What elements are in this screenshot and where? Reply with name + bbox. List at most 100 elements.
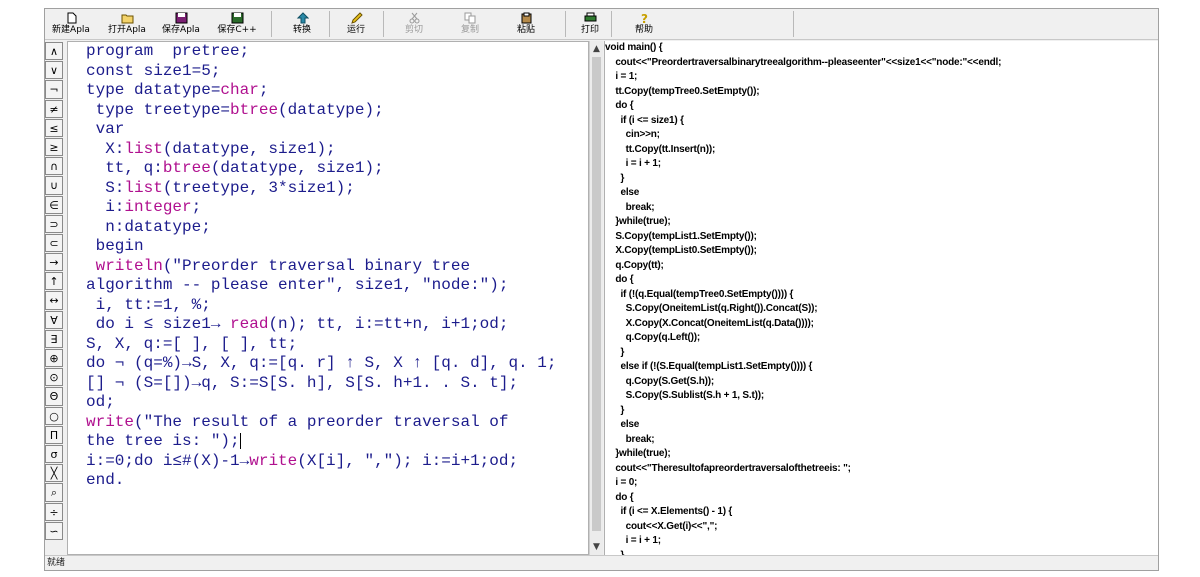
code-text: (datatype); <box>278 100 384 119</box>
cpp-line: } <box>605 404 625 416</box>
cpp-line: if (i <= size1) { <box>605 114 684 126</box>
convert-button[interactable]: 转换 <box>285 9 319 39</box>
symbol-button[interactable]: ↔ <box>45 291 63 310</box>
pencil-run-icon <box>350 12 363 24</box>
code-text: (datatype, size1); <box>210 159 384 177</box>
code-text: program pretree; <box>86 42 250 60</box>
apla-window: 新建Apla 打开Apla 保存Apla 保存C++ 转换 运行 剪切 复制 粘… <box>44 8 1159 571</box>
code-text: (treetype, 3*size1); <box>162 178 355 197</box>
code-text: (n); tt, i:=tt+n, i+1;od; <box>268 315 509 333</box>
cpp-line: cout<<X.Get(i)<<","; <box>605 520 718 532</box>
code-line: begin <box>86 237 556 257</box>
cpp-line: i = i + 1; <box>605 158 661 169</box>
code-line: const size1=5; <box>86 62 556 82</box>
symbol-button[interactable]: ⌕ <box>45 483 63 502</box>
symbol-button[interactable]: ⊂ <box>45 233 63 253</box>
symbol-button[interactable]: ≠ <box>45 99 63 118</box>
code-text: the tree is: "); <box>86 432 240 450</box>
printer-icon <box>584 12 596 22</box>
toolbar-separator <box>565 11 566 37</box>
symbol-button[interactable]: Θ <box>45 387 63 406</box>
symbol-palette: ∧ ∨ ¬ ≠ ≤ ≥ ∩ ∪ ∈ ⊃ ⊂ → ↑ ↔ ∀ ∃ ⊕ ⊙ Θ ○ Πσ ╳ ⌕ ÷ ∽ <box>45 42 65 540</box>
code-text: n:datatype; <box>86 217 211 236</box>
copy-icon <box>464 12 475 24</box>
symbol-button[interactable]: ∨ <box>45 61 63 80</box>
code-line: do ¬ (q=%)→S, X, q:=[q. r] ↑ S, X ↑ [q. … <box>86 354 556 374</box>
code-line: do i ≤ size1→ read(n); tt, i:=tt+n, i+1;… <box>86 315 556 335</box>
toolbar-separator <box>271 11 272 37</box>
code-text: ("Preorder traversal binary tree <box>162 256 471 275</box>
symbol-button[interactable]: ∃ <box>45 329 63 348</box>
code-keyword: list <box>124 178 163 197</box>
code-line: tt, q:btree(datatype, size1); <box>86 159 556 179</box>
help-question-icon: ? <box>641 12 648 24</box>
code-text: od; <box>86 393 115 411</box>
code-line: write("The result of a preorder traversa… <box>86 413 556 433</box>
symbol-button[interactable]: ╳ <box>45 464 63 483</box>
cpp-line: if (!(q.Equal(tempTree0.SetEmpty()))) { <box>605 288 794 300</box>
scroll-down-icon[interactable]: ▼ <box>591 541 602 553</box>
help-button[interactable]: ? 帮助 <box>627 9 661 39</box>
scissors-icon <box>409 12 419 24</box>
apla-source-code[interactable]: program pretree; const size1=5; type datat… <box>86 42 556 491</box>
new-apla-button[interactable]: 新建Apla <box>49 9 93 39</box>
symbol-button[interactable]: ∧ <box>45 42 63 61</box>
print-button[interactable]: 打印 <box>573 9 607 39</box>
symbol-button[interactable]: ⊙ <box>45 368 63 387</box>
paste-button[interactable]: 粘贴 <box>509 9 543 39</box>
scrollbar-thumb[interactable] <box>592 57 601 531</box>
code-line: i:integer; <box>86 198 556 218</box>
run-button[interactable]: 运行 <box>339 9 373 39</box>
code-keyword: btree <box>162 159 211 177</box>
symbol-button[interactable]: ∩ <box>45 157 63 176</box>
code-text: i, tt:=1, %; <box>86 295 211 314</box>
cut-button[interactable]: 剪切 <box>397 9 431 39</box>
save-cpp-button[interactable]: 保存C++ <box>215 9 259 39</box>
save-apla-button[interactable]: 保存Apla <box>159 9 203 39</box>
code-line: S, X, q:=[ ], [ ], tt; <box>86 335 556 355</box>
code-keyword: read <box>230 315 269 333</box>
code-line: program pretree; <box>86 42 556 62</box>
symbol-button[interactable]: Π <box>45 425 63 444</box>
code-text: S, X, q:=[ ], [ ], tt; <box>86 334 298 353</box>
symbol-button[interactable]: ↑ <box>45 272 63 291</box>
symbol-button[interactable]: σ <box>45 444 63 464</box>
symbol-button[interactable]: ○ <box>45 406 63 425</box>
symbol-button[interactable]: → <box>45 253 63 272</box>
open-apla-button[interactable]: 打开Apla <box>105 9 149 39</box>
copy-button[interactable]: 复制 <box>453 9 487 39</box>
cpp-line: else if (!(S.Equal(tempList1.SetEmpty())… <box>605 361 813 372</box>
code-line: end. <box>86 471 556 491</box>
code-text: i:=0;do i≤#(X)-1→ <box>86 451 250 470</box>
code-line: S:list(treetype, 3*size1); <box>86 179 556 199</box>
code-text: type treetype= <box>86 100 231 119</box>
cpp-line: break; <box>605 201 655 213</box>
toolbar-separator <box>329 11 330 37</box>
symbol-button[interactable]: ≤ <box>45 118 63 137</box>
paste-clipboard-icon <box>521 12 531 24</box>
symbol-button[interactable]: ⊕ <box>45 349 63 368</box>
cpp-line: do { <box>605 491 634 503</box>
code-line: the tree is: "); <box>86 432 556 452</box>
symbol-button[interactable]: ∀ <box>45 310 63 329</box>
code-keyword: list <box>124 139 163 158</box>
symbol-button[interactable]: ÷ <box>45 502 63 521</box>
svg-text:?: ? <box>641 12 648 24</box>
save-disk-icon <box>175 12 187 24</box>
code-keyword: writeln <box>86 256 163 275</box>
symbol-button[interactable]: ∪ <box>45 176 63 195</box>
symbol-button[interactable]: ∈ <box>45 195 63 214</box>
editor-vertical-scrollbar[interactable]: ▲ ▼ <box>589 41 603 555</box>
code-line: od; <box>86 393 556 413</box>
code-text: (X[i], ","); i:=i+1;od; <box>297 451 519 470</box>
code-line: [] ¬ (S=[])→q, S:=S[S. h], S[S. h+1. . S… <box>86 374 556 394</box>
symbol-button[interactable]: ≥ <box>45 137 63 157</box>
code-text: X: <box>86 139 125 158</box>
scroll-up-icon[interactable]: ▲ <box>591 43 602 55</box>
cpp-output-pane[interactable]: void main() { cout<<"Preordertraversalbi… <box>604 41 1158 555</box>
cpp-line: do { <box>605 274 634 285</box>
symbol-button[interactable]: ∽ <box>45 521 63 540</box>
apla-code-editor[interactable]: program pretree; const size1=5; type datat… <box>67 41 589 555</box>
symbol-button[interactable]: ⊃ <box>45 214 63 233</box>
symbol-button[interactable]: ¬ <box>45 80 63 99</box>
